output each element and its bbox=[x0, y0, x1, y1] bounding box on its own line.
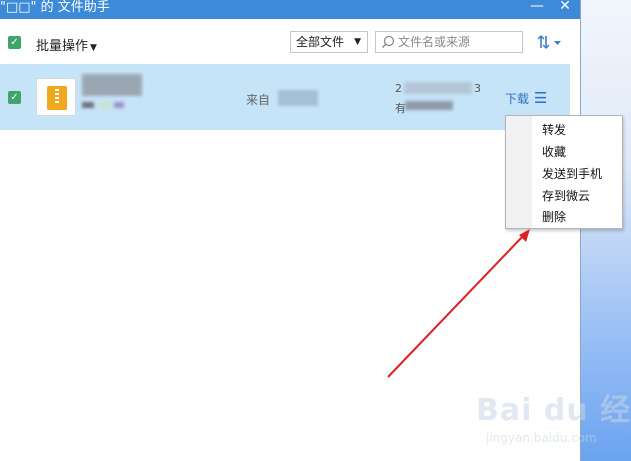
watermark-url: jingyan.baidu.com bbox=[486, 431, 597, 445]
search-icon bbox=[381, 35, 395, 49]
baidu-jingyan-watermark: Bai du 经验 jingyan.baidu.com bbox=[476, 385, 631, 455]
menu-item-send-to-phone[interactable]: 发送到手机 bbox=[542, 165, 602, 182]
caret-down-icon: ▼ bbox=[354, 37, 361, 47]
caret-down-icon: ▼ bbox=[90, 43, 97, 53]
title-bar: "□□" 的 文件助手 — ✕ bbox=[0, 0, 580, 19]
sort-icon bbox=[537, 35, 561, 49]
date-prefix: 2 bbox=[395, 82, 402, 95]
file-thumbnail bbox=[36, 78, 76, 116]
select-all-checkbox[interactable]: ✓ bbox=[8, 36, 21, 49]
redacted-file-size bbox=[405, 101, 453, 110]
redacted-file-meta bbox=[100, 102, 110, 108]
file-type-filter-value: 全部文件 bbox=[296, 35, 345, 49]
menu-item-favorite[interactable]: 收藏 bbox=[542, 143, 566, 160]
batch-operations-label: 批量操作 bbox=[36, 39, 89, 54]
redacted-file-meta bbox=[82, 102, 94, 108]
menu-item-save-to-weiyun[interactable]: 存到微云 bbox=[542, 187, 590, 204]
file-list-row[interactable]: ✓ 来自 2 3 有 下载 ☰ bbox=[0, 64, 570, 130]
minimize-button[interactable]: — bbox=[527, 0, 547, 17]
context-menu: 转发 收藏 发送到手机 存到微云 删除 bbox=[505, 115, 623, 229]
menu-gutter bbox=[506, 116, 532, 228]
redacted-date bbox=[404, 82, 472, 94]
row-checkbox[interactable]: ✓ bbox=[8, 91, 21, 104]
redacted-source-name bbox=[278, 90, 318, 106]
date-suffix: 3 bbox=[474, 82, 481, 95]
sort-button[interactable] bbox=[536, 33, 564, 51]
menu-item-forward[interactable]: 转发 bbox=[542, 121, 566, 138]
toolbar: ✓ 批量操作 ▼ 全部文件 ▼ bbox=[0, 19, 580, 63]
search-box[interactable] bbox=[375, 31, 523, 53]
zip-file-icon bbox=[47, 86, 67, 110]
batch-operations-dropdown[interactable]: 批量操作 ▼ bbox=[36, 35, 97, 54]
redacted-file-meta bbox=[114, 102, 124, 108]
window-title: "□□" 的 文件助手 bbox=[0, 0, 110, 15]
search-input[interactable] bbox=[398, 33, 518, 51]
download-link[interactable]: 下载 bbox=[505, 90, 529, 107]
redacted-file-name bbox=[82, 74, 142, 96]
source-label: 来自 bbox=[246, 93, 271, 107]
more-menu-icon[interactable]: ☰ bbox=[534, 89, 547, 107]
watermark-brand: Bai du 经验 bbox=[476, 393, 631, 428]
menu-item-delete[interactable]: 删除 bbox=[542, 208, 566, 225]
file-type-filter-select[interactable]: 全部文件 ▼ bbox=[290, 31, 368, 53]
close-button[interactable]: ✕ bbox=[555, 0, 575, 17]
